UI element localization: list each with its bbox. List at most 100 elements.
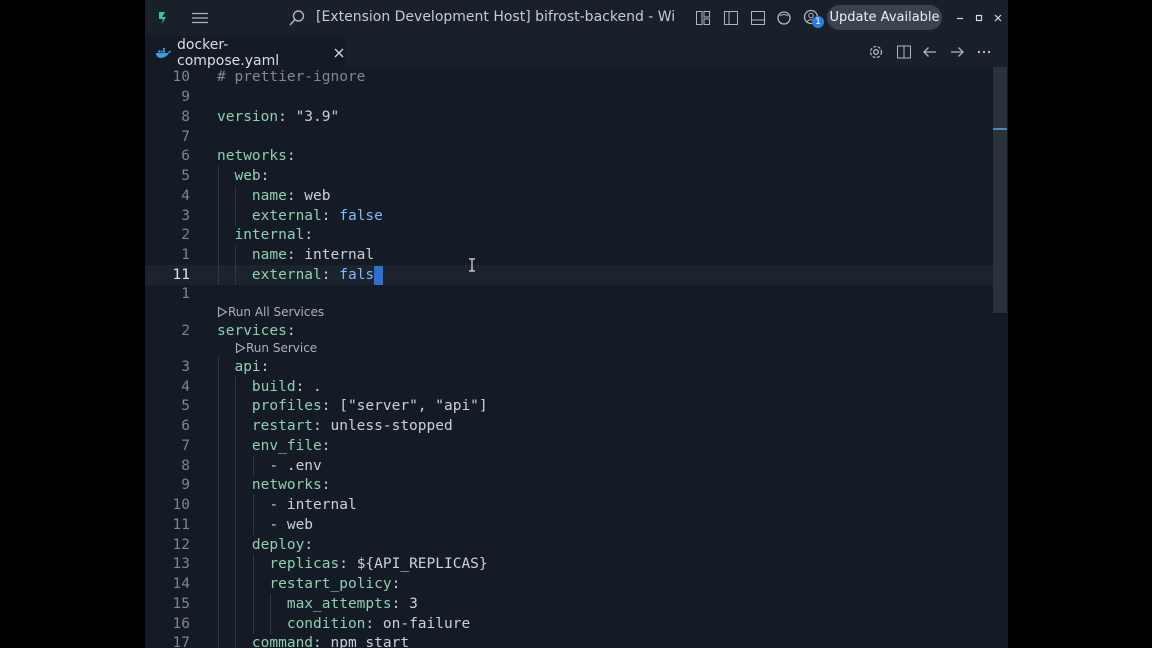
- toggle-sidebar-icon[interactable]: [721, 9, 741, 27]
- code-text: command: npm start: [251, 635, 410, 648]
- indent-guide: [218, 456, 219, 476]
- app-logo-icon[interactable]: [153, 9, 173, 27]
- code-line[interactable]: 11 - web: [145, 515, 993, 535]
- line-number: 1: [181, 247, 190, 263]
- code-line[interactable]: 10 # prettier-ignore: [145, 67, 993, 87]
- code-line[interactable]: 3 api:: [145, 357, 993, 377]
- codelens-run-service-label: Run Service: [246, 341, 318, 355]
- vscode-window: [Extension Development Host] bifrost-bac…: [145, 0, 1008, 648]
- scrollbar-thumb[interactable]: [993, 67, 1007, 313]
- code-line[interactable]: 5 profiles: ["server", "api"]: [145, 396, 993, 416]
- code-line[interactable]: 13 replicas: ${API_REPLICAS}: [145, 554, 993, 574]
- code-text: deploy:: [251, 537, 314, 553]
- code-line[interactable]: 7: [145, 127, 993, 147]
- code-line[interactable]: 8 - .env: [145, 456, 993, 476]
- indent-guide: [218, 594, 219, 614]
- indent-guide: [252, 515, 254, 535]
- codelens-run-service[interactable]: Run Service: [235, 340, 317, 356]
- code-line[interactable]: 12 deploy:: [145, 535, 993, 555]
- code-line[interactable]: 2 services:: [145, 321, 993, 341]
- split-editor-icon[interactable]: [894, 42, 914, 62]
- indent-guide: [218, 535, 219, 555]
- title-bar: [Extension Development Host] bifrost-bac…: [145, 0, 1008, 36]
- editor-scrollbar[interactable]: [993, 67, 1007, 648]
- code-text: env_file:: [251, 438, 331, 454]
- indent-guide: [218, 475, 219, 495]
- arrow-right-icon[interactable]: [947, 42, 967, 62]
- code-text: - .env: [217, 458, 322, 474]
- indent-guide: [235, 594, 237, 614]
- indent-guide: [235, 515, 237, 535]
- maximize-icon[interactable]: [972, 9, 986, 27]
- minimize-icon[interactable]: [953, 9, 967, 27]
- menu-icon[interactable]: [189, 9, 211, 27]
- code-line-current[interactable]: 11 external: false: [145, 265, 993, 285]
- indent-guide: [218, 265, 219, 285]
- indent-guide: [218, 245, 219, 265]
- line-number: 11: [172, 267, 190, 283]
- close-icon[interactable]: [991, 9, 1005, 27]
- code-line[interactable]: 5 web:: [145, 166, 993, 186]
- indent-guide: [218, 186, 219, 206]
- indent-guide: [235, 396, 237, 416]
- line-number: 1: [181, 286, 190, 302]
- code-line[interactable]: 6 networks:: [145, 146, 993, 166]
- codelens-run-all[interactable]: Run All Services: [217, 304, 324, 320]
- arrow-left-icon[interactable]: [920, 42, 940, 62]
- code-line[interactable]: 1 name: internal: [145, 245, 993, 265]
- toggle-panel-icon[interactable]: [748, 9, 768, 27]
- notification-badge: 1: [812, 16, 824, 28]
- indent-guide: [235, 245, 237, 265]
- code-line[interactable]: 14 restart_policy:: [145, 574, 993, 594]
- code-line[interactable]: 9: [145, 87, 993, 107]
- indent-guide: [235, 614, 237, 634]
- code-line[interactable]: 4 build: .: [145, 377, 993, 397]
- code-line[interactable]: 10 - internal: [145, 495, 993, 515]
- layout-icon[interactable]: [693, 9, 713, 27]
- code-line[interactable]: 16 condition: on-failure: [145, 614, 993, 634]
- code-line[interactable]: 9 networks:: [145, 475, 993, 495]
- code-line[interactable]: 7 env_file:: [145, 436, 993, 456]
- code-text: networks:: [251, 477, 331, 493]
- play-icon: [235, 342, 246, 354]
- code-line[interactable]: 17 command: npm start: [145, 633, 993, 648]
- line-number: 2: [181, 323, 190, 339]
- indent-guide: [235, 416, 237, 436]
- indent-guide: [218, 396, 219, 416]
- docker-whale-icon: [155, 47, 171, 59]
- indent-guide: [235, 186, 237, 206]
- indent-guide: [235, 206, 237, 226]
- code-line[interactable]: 8 version: "3.9": [145, 107, 993, 127]
- scrollbar-cursor-marker: [993, 128, 1007, 130]
- gear-icon[interactable]: [866, 42, 886, 62]
- indent-guide: [235, 265, 237, 285]
- line-number: 9: [181, 477, 190, 493]
- search-icon[interactable]: [286, 9, 308, 27]
- update-available-button[interactable]: Update Available: [827, 5, 942, 30]
- line-number: 5: [181, 398, 190, 414]
- indent-guide: [270, 594, 272, 614]
- more-icon[interactable]: [974, 42, 994, 62]
- code-line[interactable]: 3 external: false: [145, 206, 993, 226]
- line-number: 16: [172, 616, 190, 632]
- code-line[interactable]: 4 name: web: [145, 186, 993, 206]
- code-text: replicas: ${API_REPLICAS}: [269, 556, 488, 572]
- line-number: 7: [181, 129, 190, 145]
- code-line[interactable]: 1: [145, 284, 993, 304]
- code-text: - internal: [217, 497, 357, 513]
- accounts-icon[interactable]: 1: [801, 9, 824, 28]
- code-line[interactable]: 2 internal:: [145, 225, 993, 245]
- code-editor[interactable]: Run All Services Run Service 10 # prettie…: [145, 67, 1008, 648]
- line-number: 6: [181, 418, 190, 434]
- tab-close-icon[interactable]: [333, 47, 345, 59]
- indent-guide: [235, 574, 237, 594]
- copilot-icon[interactable]: [774, 9, 794, 27]
- code-text: services:: [217, 323, 296, 339]
- code-line[interactable]: 6 restart: unless-stopped: [145, 416, 993, 436]
- indent-guide: [218, 633, 219, 648]
- code-line[interactable]: 15 max_attempts: 3: [145, 594, 993, 614]
- line-number: 12: [172, 537, 190, 553]
- line-number: 17: [172, 635, 190, 648]
- tab-docker-compose[interactable]: docker-compose.yaml: [145, 36, 345, 69]
- tab-label: docker-compose.yaml: [177, 36, 280, 69]
